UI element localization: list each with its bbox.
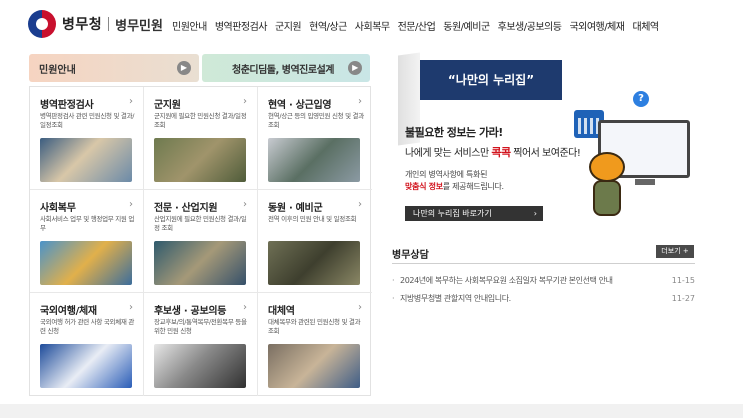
promo-text: 를 제공해드립니다. [442, 182, 504, 191]
chevron-right-icon: › [129, 199, 133, 210]
logo-title: 병무청 [62, 17, 103, 33]
service-photo [154, 138, 246, 182]
header: 병무청 병무민원 민원안내 병역판정검사 군지원 현역/상근 사회복무 전문/산… [0, 0, 743, 50]
post-date: 11-27 [671, 294, 695, 303]
civil-guide-banner[interactable]: 민원안내 ▶ [29, 54, 199, 82]
question-icon: ? [633, 91, 649, 107]
promo-highlight: 콕콕 [491, 146, 511, 159]
mascot-head [589, 152, 625, 182]
post-date: 11-15 [671, 276, 695, 285]
chevron-right-icon: › [129, 96, 133, 107]
nav-item-candidate[interactable]: 후보생/공보의등 [494, 18, 566, 33]
nav-item-enlist-support[interactable]: 군지원 [271, 18, 305, 33]
chevron-right-icon: › [243, 302, 247, 313]
chevron-right-icon: › [358, 199, 362, 210]
nav-item-civil[interactable]: 민원안내 [168, 18, 211, 33]
service-photo [154, 344, 246, 388]
service-card[interactable]: 전문 · 산업지원 › 산업지원에 필요한 민원신청 결과/일정 조회 [144, 190, 258, 293]
service-description: 현역/상근 등의 입영민원 신청 및 결과 조회 [268, 112, 364, 129]
consult-title: 병무상담 [392, 250, 429, 261]
service-title: 현역 · 상근입영 [268, 100, 332, 111]
list-item[interactable]: 지방병무청별 관할지역 안내입니다. 11-27 [392, 290, 695, 308]
nav-item-industry[interactable]: 전문/산업 [394, 18, 440, 33]
service-card[interactable]: 사회복무 › 사회서비스 업무 및 행정업무 지원 업무 [30, 190, 144, 293]
service-grid: 병역판정검사 › 병역판정검사 관련 민원신청 및 결과/일정조회 군지원 › … [29, 86, 372, 396]
service-description: 국외여행 허가 관련 사항 국외체재 관련 신청 [40, 318, 135, 335]
service-card[interactable]: 현역 · 상근입영 › 현역/상근 등의 입영민원 신청 및 결과 조회 [258, 87, 372, 190]
more-button[interactable]: 더보기 + [656, 245, 694, 258]
consult-list: 2024년에 복무하는 사회복무요원 소집일자 복무기관 본인선택 안내 11-1… [392, 272, 695, 308]
button-label: 나만의 누리집 바로가기 [413, 209, 492, 218]
divider [392, 263, 695, 264]
service-card[interactable]: 병역판정검사 › 병역판정검사 관련 민원신청 및 결과/일정조회 [30, 87, 144, 190]
service-description: 병역판정검사 관련 민원신청 및 결과/일정조회 [40, 112, 135, 129]
service-photo [268, 344, 360, 388]
promo-ribbon: “나만의 누리집” [420, 60, 562, 100]
chevron-right-icon: › [243, 199, 247, 210]
service-photo [154, 241, 246, 285]
promo-description: 개인의 병역사항에 특화된 [405, 170, 488, 179]
service-title: 동원 · 예비군 [268, 203, 323, 214]
logo-subtitle: 병무민원 [115, 18, 163, 34]
service-photo [40, 344, 132, 388]
nav-item-active-duty[interactable]: 현역/상근 [305, 18, 351, 33]
promo-subheadline: 나에게 맞는 서비스만 콕콕 찍어서 보여준다! [405, 144, 581, 160]
service-title: 전문 · 산업지원 [154, 203, 218, 214]
service-title: 대체역 [268, 306, 295, 317]
service-description: 대체복무와 관련된 민원신청 및 결과 조회 [268, 318, 361, 335]
list-item[interactable]: 2024년에 복무하는 사회복무요원 소집일자 복무기관 본인선택 안내 11-1… [392, 272, 695, 290]
promo-text: 찍어서 보여준다! [510, 148, 581, 159]
footer-bar [0, 404, 743, 418]
emblem-icon [28, 10, 56, 38]
nav-item-exam[interactable]: 병역판정검사 [211, 18, 271, 33]
chevron-right-icon: › [533, 209, 537, 218]
nav-item-alternative[interactable]: 대체역 [629, 18, 663, 33]
service-description: 사회서비스 업무 및 행정업무 지원 업무 [40, 215, 135, 232]
service-card[interactable]: 동원 · 예비군 › 전역 이후의 민원 안내 및 일정조회 [258, 190, 372, 293]
service-title: 사회복무 [40, 203, 76, 214]
service-title: 군지원 [154, 100, 181, 111]
nav-item-overseas[interactable]: 국외여행/체재 [565, 18, 628, 33]
service-title: 병역판정검사 [40, 100, 94, 111]
promo-highlight: 맞춤식 정보 [405, 182, 443, 191]
service-photo [268, 138, 360, 182]
service-description: 군지원에 필요한 민원신청 결과/일정 조회 [154, 112, 247, 129]
youth-career-banner[interactable]: 청춘디딤돌, 병역진로설계 ▶ [202, 54, 370, 82]
service-description: 산업지원에 필요한 민원신청 결과/일정 조회 [154, 215, 247, 232]
circle-arrow-right-icon: ▶ [177, 61, 191, 75]
service-card[interactable]: 군지원 › 군지원에 필요한 민원신청 결과/일정 조회 [144, 87, 258, 190]
service-description: 전역 이후의 민원 안내 및 일정조회 [268, 215, 357, 223]
chevron-right-icon: › [358, 302, 362, 313]
chevron-right-icon: › [243, 96, 247, 107]
post-title: 지방병무청별 관할지역 안내입니다. [400, 294, 511, 303]
logo-divider [108, 17, 110, 31]
service-photo [40, 241, 132, 285]
chevron-right-icon: › [129, 302, 133, 313]
service-description: 장교후보/의/통역복무/전환복무 등을 위한 민원 신청 [154, 318, 247, 335]
service-card[interactable]: 대체역 › 대체복무와 관련된 민원신청 및 결과 조회 [258, 293, 372, 396]
tiger-mascot [585, 152, 629, 218]
post-title: 2024년에 복무하는 사회복무요원 소집일자 복무기관 본인선택 안내 [400, 276, 613, 285]
banner-label: 청춘디딤돌, 병역진로설계 [232, 64, 334, 76]
main-navigation: 민원안내 병역판정검사 군지원 현역/상근 사회복무 전문/산업 동원/예비군 … [168, 18, 663, 33]
my-homepage-button[interactable]: 나만의 누리집 바로가기 › [405, 206, 543, 221]
promo-description: 맞춤식 정보를 제공해드립니다. [405, 181, 504, 192]
mascot-body [593, 180, 621, 216]
banner-label: 민원안내 [39, 64, 76, 76]
logo[interactable]: 병무청 병무민원 [28, 10, 163, 38]
promo-headline: 불필요한 정보는 가라! [405, 126, 503, 139]
circle-arrow-right-icon: ▶ [348, 61, 362, 75]
promo-text: 나에게 맞는 서비스만 [405, 148, 492, 159]
service-photo [268, 241, 360, 285]
service-title: 후보생 · 공보의등 [154, 306, 227, 317]
nav-item-social-service[interactable]: 사회복무 [351, 18, 394, 33]
page: 병무청 병무민원 민원안내 병역판정검사 군지원 현역/상근 사회복무 전문/산… [0, 0, 743, 418]
service-card[interactable]: 후보생 · 공보의등 › 장교후보/의/통역복무/전환복무 등을 위한 민원 신… [144, 293, 258, 396]
service-card[interactable]: 국외여행/체재 › 국외여행 허가 관련 사항 국외체재 관련 신청 [30, 293, 144, 396]
chevron-right-icon: › [358, 96, 362, 107]
service-photo [40, 138, 132, 182]
nav-item-reserve[interactable]: 동원/예비군 [439, 18, 493, 33]
service-title: 국외여행/체재 [40, 306, 97, 317]
